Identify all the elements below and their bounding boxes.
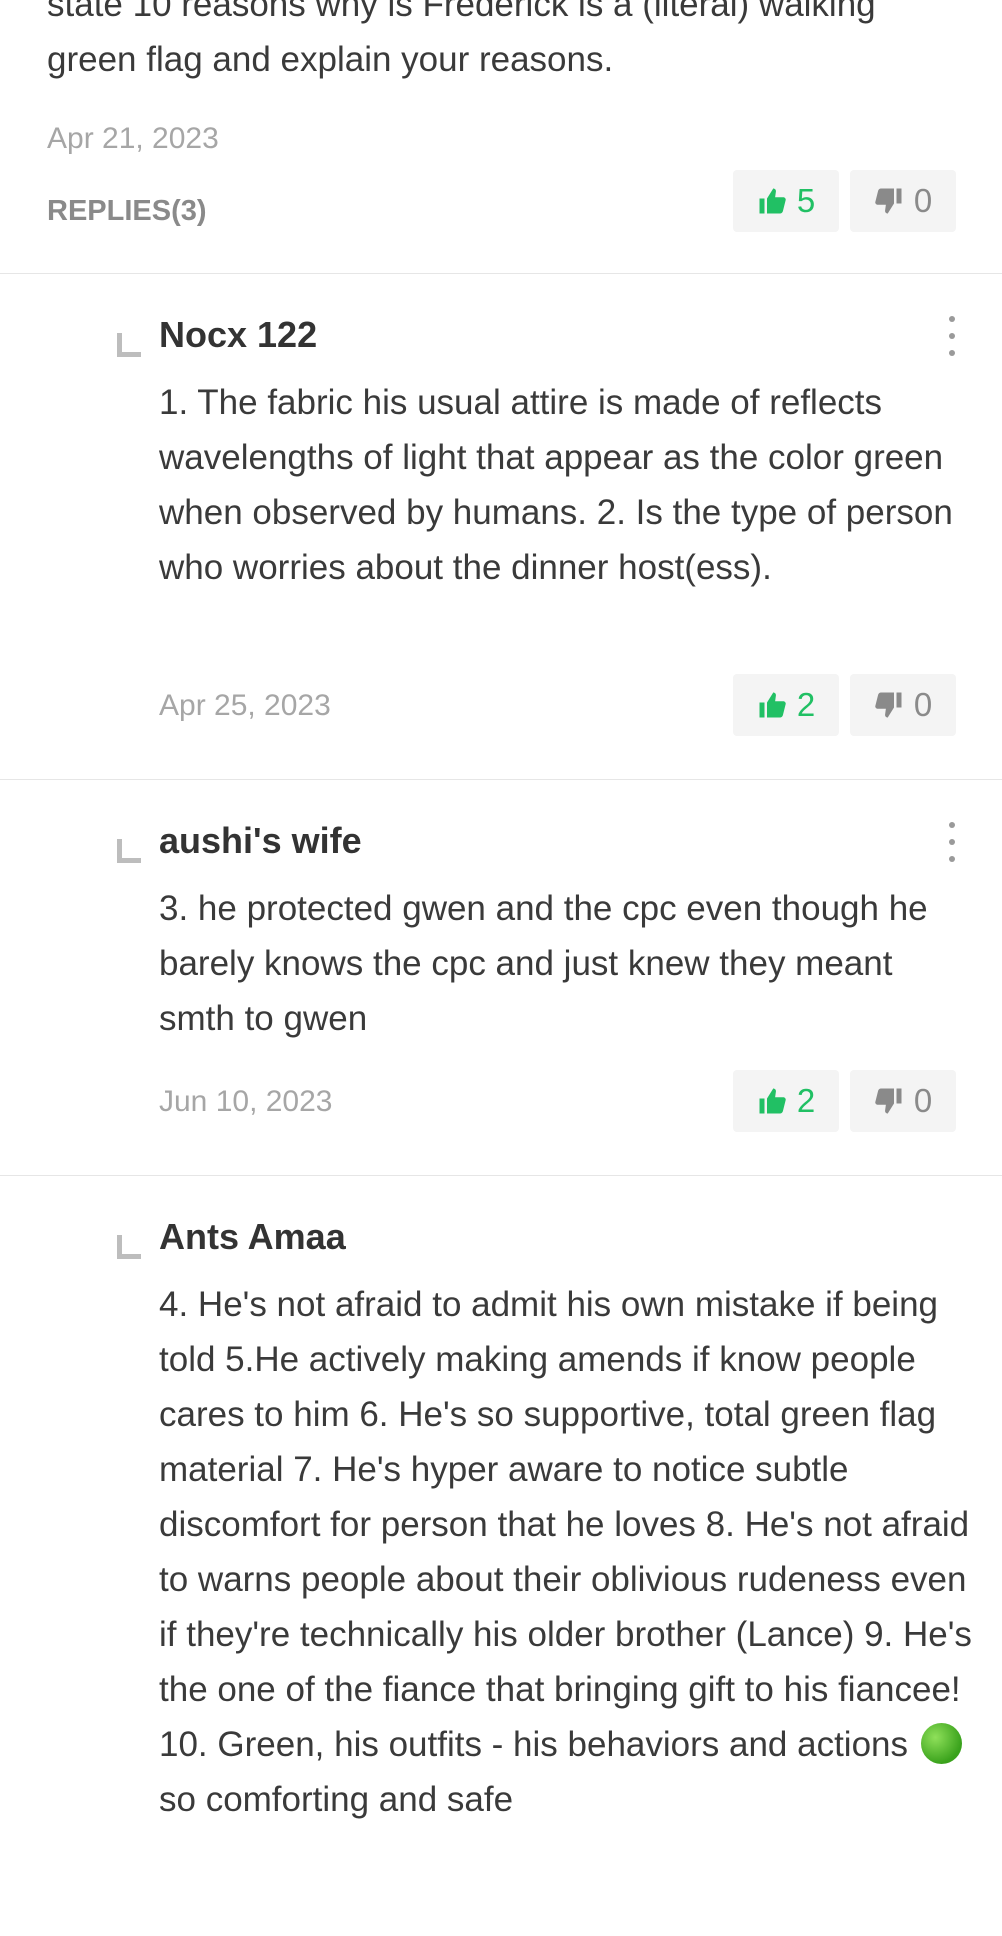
thumbs-up-icon <box>759 188 786 214</box>
like-button[interactable]: 5 <box>733 170 839 232</box>
reply-branch-icon <box>117 333 141 357</box>
like-button[interactable]: 2 <box>733 1070 839 1132</box>
reply-item: Ants Amaa 4. He's not afraid to admit hi… <box>0 1176 1002 1936</box>
reply-item: Nocx 122 1. The fabric his usual attire … <box>0 274 1002 780</box>
more-vertical-icon[interactable] <box>944 316 960 356</box>
green-circle-emoji <box>920 1723 962 1764</box>
reply-branch-icon <box>117 839 141 863</box>
dislike-count: 0 <box>913 182 933 219</box>
reply-branch-icon <box>117 1235 141 1259</box>
reply-item: aushi's wife 3. he protected gwen and th… <box>0 780 1002 1176</box>
replies-toggle[interactable]: REPLIES(3) <box>47 195 207 228</box>
comment-text: state 10 reasons why is Frederick is a (… <box>47 0 876 79</box>
reply-date: Jun 10, 2023 <box>159 1085 333 1118</box>
dislike-button[interactable]: 0 <box>850 674 956 736</box>
more-vertical-icon[interactable] <box>944 822 960 862</box>
like-count: 5 <box>796 182 816 219</box>
comment-date: Apr 21, 2023 <box>47 122 219 155</box>
dislike-count: 0 <box>913 1082 933 1119</box>
thumbs-down-icon <box>875 188 902 214</box>
like-count: 2 <box>796 686 816 723</box>
reply-text-part: so comforting and safe <box>159 1780 514 1819</box>
reply-text: 4. He's not afraid to admit his own mist… <box>159 1277 974 1827</box>
reply-text: 1. The fabric his usual attire is made o… <box>159 383 953 587</box>
reply-text-part: 4. He's not afraid to admit his own mist… <box>159 1285 972 1764</box>
reply-author[interactable]: Nocx 122 <box>159 314 317 356</box>
like-count: 2 <box>796 1082 816 1119</box>
thumbs-up-icon <box>759 692 786 718</box>
thumbs-down-icon <box>875 1088 902 1114</box>
thumbs-up-icon <box>759 1088 786 1114</box>
reply-text: 3. he protected gwen and the cpc even th… <box>159 889 928 1038</box>
dislike-count: 0 <box>913 686 933 723</box>
dislike-button[interactable]: 0 <box>850 1070 956 1132</box>
thumbs-down-icon <box>875 692 902 718</box>
main-comment: state 10 reasons why is Frederick is a (… <box>0 0 1002 274</box>
reply-author[interactable]: Ants Amaa <box>159 1216 346 1258</box>
reply-date: Apr 25, 2023 <box>159 689 331 722</box>
dislike-button[interactable]: 0 <box>850 170 956 232</box>
like-button[interactable]: 2 <box>733 674 839 736</box>
reply-author[interactable]: aushi's wife <box>159 820 362 862</box>
